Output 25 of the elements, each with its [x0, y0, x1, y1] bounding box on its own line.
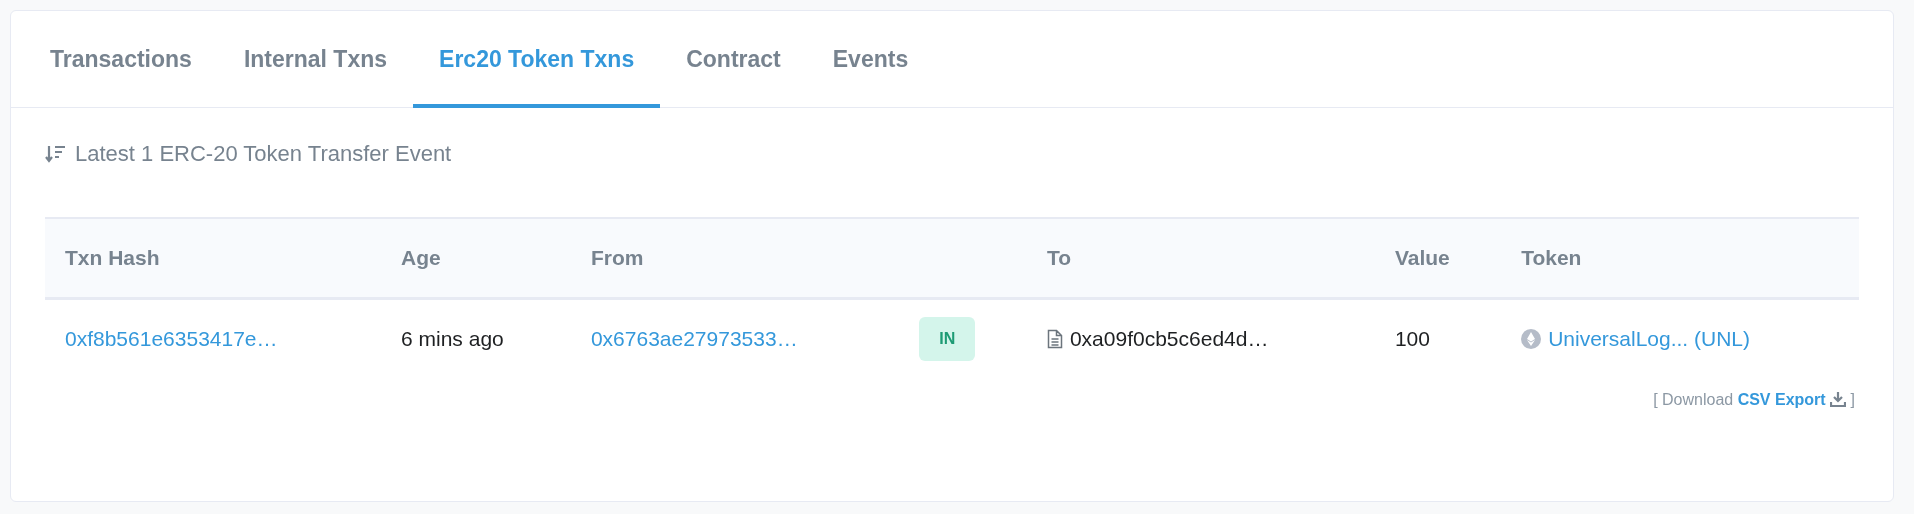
- download-label: [ Download: [1653, 391, 1735, 408]
- tab[interactable]: Erc20 Token Txns: [413, 11, 661, 108]
- value-text: 100: [1394, 327, 1430, 350]
- tab[interactable]: Transactions: [24, 11, 218, 108]
- age-text: 6 mins ago: [401, 327, 504, 350]
- tab[interactable]: Internal Txns: [217, 11, 414, 108]
- tab[interactable]: Contract: [660, 11, 807, 108]
- column-header: To: [1046, 246, 1072, 269]
- from-address-link[interactable]: 0x6763ae27973533…: [590, 327, 798, 350]
- column-header: Txn Hash: [65, 246, 160, 269]
- token-icon: [1521, 329, 1542, 349]
- txn-hash-link[interactable]: 0xf8b561e6353417e…: [65, 327, 278, 350]
- column-header: From: [590, 246, 644, 269]
- to-address-text: 0xa09f0cb5c6ed4d…: [1069, 327, 1269, 350]
- csv-export-link[interactable]: CSV Export: [1737, 391, 1847, 408]
- direction-badge: IN: [919, 316, 976, 361]
- column-header: Value: [1394, 246, 1450, 269]
- token-link[interactable]: UniversalLog... (UNL): [1548, 327, 1751, 350]
- summary-text: Latest 1 ERC-20 Token Transfer Event: [75, 140, 452, 168]
- column-header: Age: [401, 246, 441, 269]
- bracket-text: ]: [1849, 391, 1855, 408]
- sort-icon: [45, 143, 67, 164]
- column-header: Token: [1521, 246, 1582, 269]
- download-icon: [1830, 391, 1847, 407]
- tab[interactable]: Events: [806, 11, 935, 108]
